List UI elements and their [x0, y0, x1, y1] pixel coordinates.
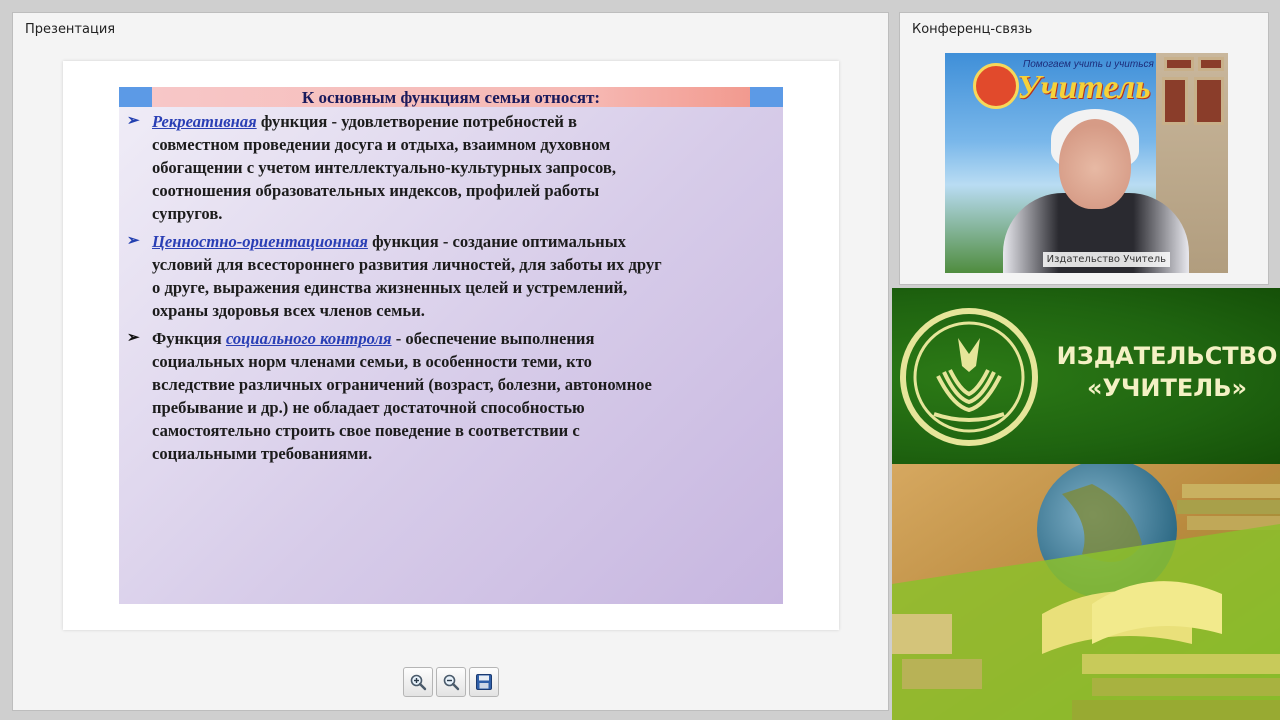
- bullet-line: пребывание и др.) не обладает достаточно…: [152, 398, 585, 417]
- bullet-line: супругов.: [152, 204, 223, 223]
- presentation-panel-title: Презентация: [25, 22, 116, 37]
- bullet-line: функция - создание оптимальных: [372, 232, 626, 251]
- zoom-in-icon: [410, 674, 427, 691]
- presentation-panel: Презентация К основным функциям семьи от…: [12, 12, 889, 711]
- video-wall-frame: [1194, 77, 1224, 125]
- bullet-line: вследствие различных ограничений (возрас…: [152, 375, 652, 394]
- slide: К основным функциям семьи относят: ➢ Рек…: [119, 87, 783, 604]
- books-globe-illustration: [892, 464, 1280, 720]
- term-recreational: Рекреативная: [152, 112, 257, 131]
- slide-toolbar: [403, 667, 499, 697]
- bullet-line: соотношения образовательных индексов, пр…: [152, 181, 600, 200]
- zoom-out-button[interactable]: [436, 667, 466, 697]
- publisher-banner: ИЗДАТЕЛЬСТВО «УЧИТЕЛЬ»: [892, 288, 1280, 464]
- bullet-line: социальными требованиями.: [152, 444, 373, 463]
- publisher-name-line1: ИЗДАТЕЛЬСТВО: [1056, 342, 1278, 370]
- bullet-line: о друге, выражения единства жизненных це…: [152, 278, 628, 297]
- slide-bullet-recreational: ➢ Рекреативная функция - удовлетворение …: [127, 110, 775, 225]
- bullet-line: совместном проведении досуга и отдыха, в…: [152, 135, 611, 154]
- term-value-orientation: Ценностно-ориентационная: [152, 232, 368, 251]
- bullet-line: обогащении с учетом интеллектуально-куль…: [152, 158, 616, 177]
- arrow-bullet-icon: ➢: [127, 113, 140, 129]
- zoom-in-button[interactable]: [403, 667, 433, 697]
- bullet-prefix: Функция: [152, 329, 222, 348]
- slide-title: К основным функциям семьи относят:: [301, 88, 601, 107]
- video-wall-frame: [1164, 57, 1194, 71]
- bullet-line: - обеспечение выполнения: [395, 329, 595, 348]
- slide-bullet-value-orientation: ➢ Ценностно-ориентационная функция - соз…: [127, 230, 775, 322]
- books-globe-image: [892, 464, 1280, 720]
- slide-body: ➢ Рекреативная функция - удовлетворение …: [127, 110, 775, 470]
- video-banner-logo-icon: [973, 63, 1019, 109]
- save-button[interactable]: [469, 667, 499, 697]
- video-feed[interactable]: Помогаем учить и учиться Учитель Издател…: [945, 53, 1228, 273]
- arrow-bullet-icon: ➢: [127, 330, 140, 346]
- term-social-control: социального контроля: [225, 329, 392, 348]
- slide-bullet-social-control: ➢ Функция социального контроля - обеспеч…: [127, 327, 775, 465]
- conference-panel: Конференц-связь Помогаем учить и учиться…: [899, 12, 1269, 285]
- slide-frame: К основным функциям семьи относят: ➢ Рек…: [63, 61, 839, 630]
- bullet-line: функция - удовлетворение потребностей в: [260, 112, 577, 131]
- speaker-head: [1059, 119, 1131, 209]
- video-wall-frame: [1162, 77, 1188, 125]
- publisher-logo-icon: [900, 308, 1038, 446]
- video-caption: Издательство Учитель: [1042, 252, 1170, 267]
- video-wall-frame: [1198, 57, 1224, 71]
- save-icon: [476, 674, 492, 690]
- conference-panel-title: Конференц-связь: [912, 22, 1033, 37]
- bullet-line: социальных норм членами семьи, в особенн…: [152, 352, 592, 371]
- arrow-bullet-icon: ➢: [127, 233, 140, 249]
- bullet-line: условий для всестороннего развития лично…: [152, 255, 662, 274]
- bullet-line: самостоятельно строить свое поведение в …: [152, 421, 580, 440]
- zoom-out-icon: [443, 674, 460, 691]
- bullet-line: охраны здоровья всех членов семьи.: [152, 301, 425, 320]
- video-banner-logo-text: Учитель: [1017, 69, 1151, 106]
- publisher-name-line2: «УЧИТЕЛЬ»: [1087, 374, 1247, 402]
- publisher-name: ИЗДАТЕЛЬСТВО «УЧИТЕЛЬ»: [1052, 340, 1280, 404]
